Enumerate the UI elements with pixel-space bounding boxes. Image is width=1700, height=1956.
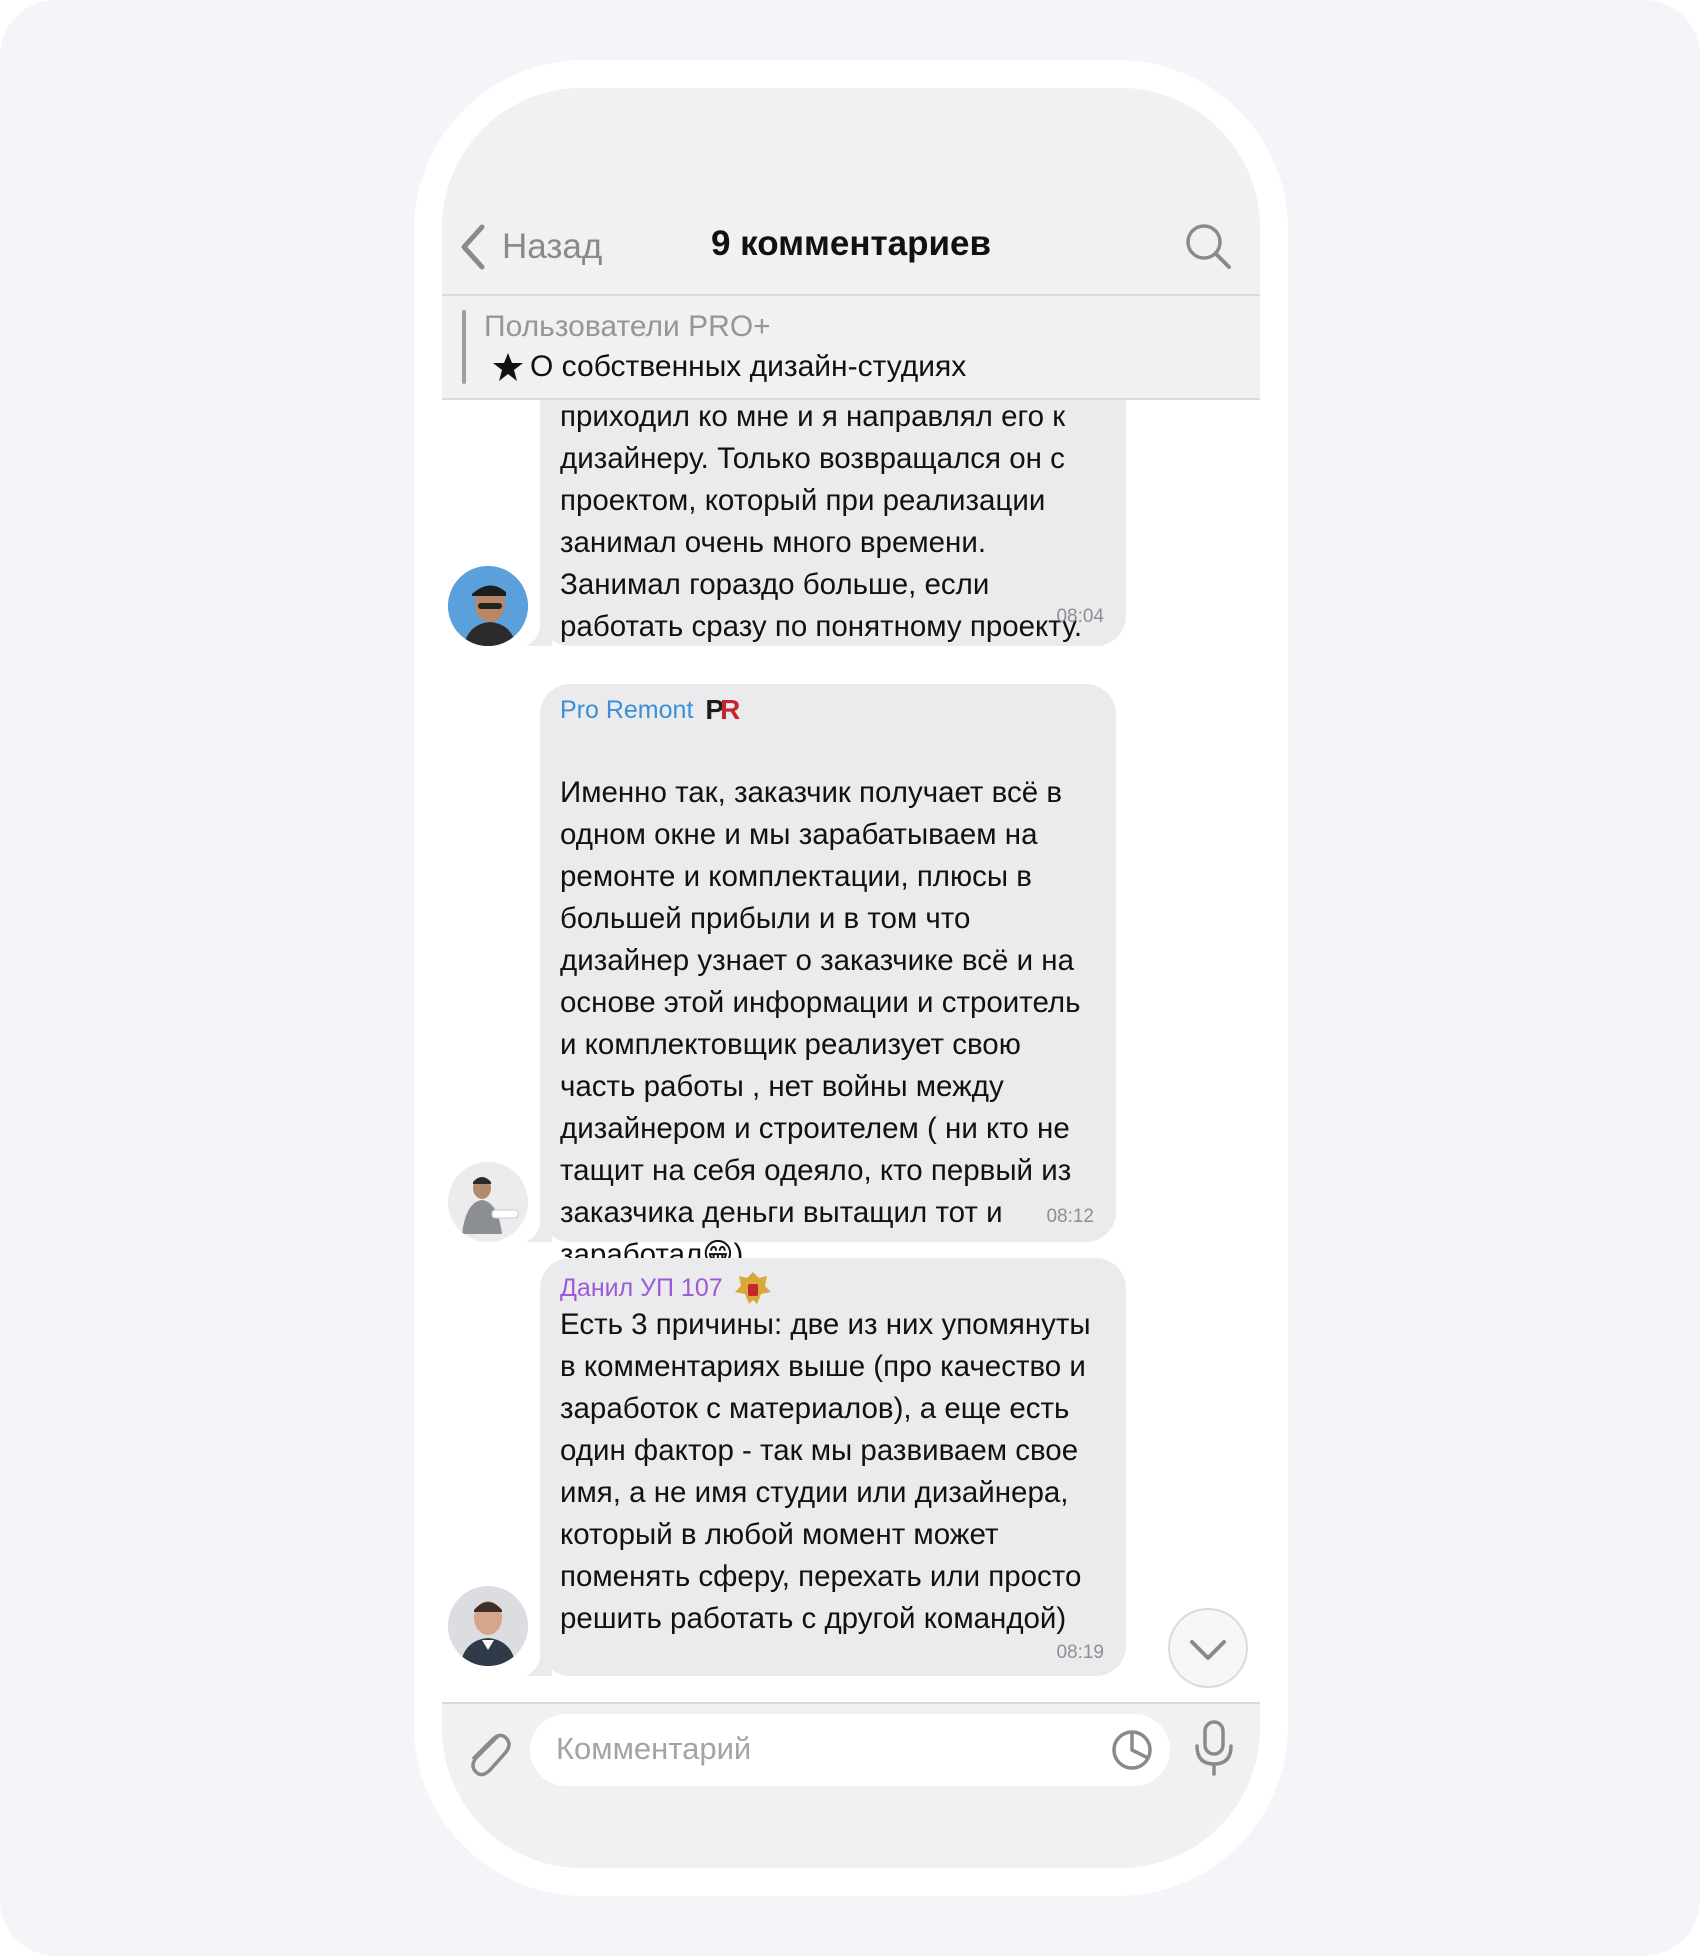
message-bubble[interactable]: приходил ко мне и я направлял его к диза… <box>540 400 1126 646</box>
bubble-tail <box>526 1650 552 1676</box>
search-icon[interactable] <box>1184 222 1232 270</box>
page-title: 9 комментариев <box>710 224 992 263</box>
message-text: приходил ко мне и я направлял его к диза… <box>560 400 1083 643</box>
message-time: 08:19 <box>1056 1642 1104 1663</box>
avatar-photo <box>448 1162 528 1242</box>
nav-bar: Назад 9 комментариев <box>442 88 1260 296</box>
pinned-bar <box>462 310 466 384</box>
message-time: 08:04 <box>1056 606 1104 627</box>
message-text: Именно так, заказчик получает всё в одно… <box>560 730 1080 1276</box>
chevron-down-icon <box>1190 1640 1226 1660</box>
sticker-icon[interactable] <box>1110 1728 1154 1772</box>
sender-label: Pro Remont <box>560 695 694 724</box>
avatar-photo <box>448 566 528 646</box>
message-text: Есть 3 причины: две из них упомянуты в к… <box>560 1308 1091 1635</box>
message-text-body: Именно так, заказчик получает всё в одно… <box>560 776 1081 1271</box>
coat-of-arms-icon <box>734 1272 771 1304</box>
avatar[interactable] <box>448 1586 528 1666</box>
bubble-tail <box>526 620 552 646</box>
message-time: 08:12 <box>1046 1206 1094 1227</box>
background: Назад 9 комментариев Пользователи PRO+ О… <box>0 0 1700 1956</box>
pinned-title: Пользователи PRO+ <box>484 310 771 343</box>
bubble-tail <box>526 1216 552 1242</box>
pr-badge-icon: PR <box>705 694 740 725</box>
sender-name[interactable]: Pro Remont PR <box>560 694 740 726</box>
message-bubble[interactable]: Pro Remont PR Именно так, заказчик получ… <box>540 684 1116 1271</box>
comment-input-bar: Комментарий <box>442 1702 1260 1868</box>
scroll-down-button[interactable] <box>1168 1608 1248 1688</box>
message-list[interactable]: приходил ко мне и я направлял его к диза… <box>442 400 1260 1702</box>
sender-name[interactable]: Данил УП 107 <box>560 1268 773 1308</box>
comment-placeholder: Комментарий <box>556 1731 752 1766</box>
pinned-subtitle: О собственных дизайн-студиях <box>492 350 966 384</box>
pinned-post[interactable]: Пользователи PRO+ О собственных дизайн-с… <box>442 296 1260 400</box>
pinned-subtitle-text: О собственных дизайн-студиях <box>530 350 967 383</box>
message-bubble[interactable]: Данил УП 107 Есть 3 причины: две из них … <box>540 1258 1126 1676</box>
avatar[interactable] <box>448 1162 528 1242</box>
avatar[interactable] <box>448 566 528 646</box>
sender-label: Данил УП 107 <box>560 1273 723 1302</box>
paperclip-icon[interactable] <box>462 1722 512 1778</box>
phone-screen: Назад 9 комментариев Пользователи PRO+ О… <box>442 88 1260 1868</box>
microphone-icon[interactable] <box>1192 1720 1236 1776</box>
star-icon <box>493 353 523 381</box>
comment-input[interactable]: Комментарий <box>530 1714 1170 1786</box>
avatar-photo <box>448 1586 528 1666</box>
